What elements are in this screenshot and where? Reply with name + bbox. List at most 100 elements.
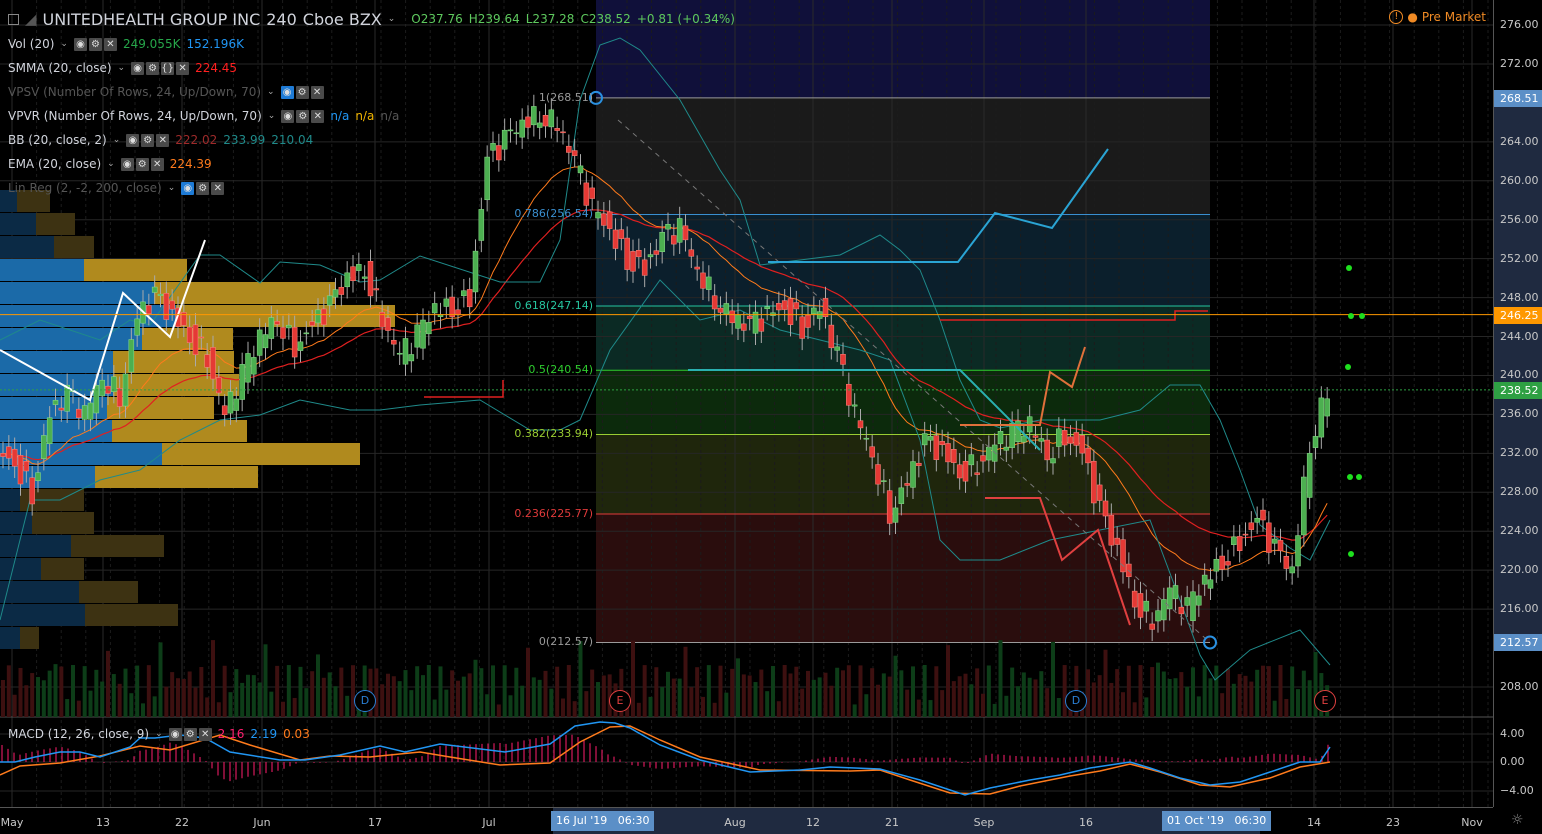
chevron-down-icon[interactable]: ⌄ xyxy=(168,183,176,193)
gear-icon[interactable]: ⚙ xyxy=(141,133,155,147)
eye-icon[interactable]: ◉ xyxy=(281,109,295,123)
close-icon[interactable]: ✕ xyxy=(311,109,325,123)
eye-off-icon[interactable]: ◉ xyxy=(181,181,195,195)
chevron-down-icon[interactable]: ⌄ xyxy=(107,159,115,169)
gear-icon[interactable]: ⚙ xyxy=(183,727,197,741)
gear-icon[interactable]: ⚙ xyxy=(196,181,210,195)
volume-bar xyxy=(438,666,443,717)
volume-profile-up xyxy=(0,512,32,534)
dividend-event-marker[interactable]: D xyxy=(1065,690,1087,712)
chevron-down-icon[interactable]: ⌄ xyxy=(155,729,163,739)
eye-off-icon[interactable]: ◉ xyxy=(280,85,294,99)
volume-bar xyxy=(409,690,414,717)
eye-icon[interactable]: ◉ xyxy=(168,727,182,741)
candle-body xyxy=(811,307,817,315)
settings-icon[interactable]: ☼ xyxy=(1511,812,1524,828)
candle-body xyxy=(612,229,619,249)
chevron-down-icon[interactable]: ⌄ xyxy=(118,63,126,73)
volume-bar xyxy=(1237,674,1242,717)
volume-bar xyxy=(59,666,64,717)
volume-bar xyxy=(771,665,775,717)
dividend-event-marker[interactable]: D xyxy=(354,690,376,712)
indicator-name[interactable]: Lin Reg (2, -2, 200, close) xyxy=(8,181,162,195)
candle-body xyxy=(571,150,578,156)
candle-body xyxy=(735,314,741,329)
indicator-name[interactable]: VPSV (Number Of Rows, 24, Up/Down, 70) xyxy=(8,85,261,99)
candle-body xyxy=(332,289,339,298)
price-axis[interactable]: 276.00 272.00 264.00 260.00 256.00 252.00 248.… xyxy=(1493,0,1542,828)
candle-body xyxy=(519,119,525,138)
volume-bar xyxy=(1296,689,1300,717)
close-icon[interactable]: ✕ xyxy=(176,61,190,75)
chevron-down-icon[interactable]: ⌄ xyxy=(267,87,275,97)
candle-body xyxy=(0,453,6,457)
close-icon[interactable]: ✕ xyxy=(103,37,117,51)
earnings-event-marker[interactable]: E xyxy=(609,690,631,712)
exchange: Cboe BZX xyxy=(302,9,382,29)
chevron-down-icon[interactable]: ⌄ xyxy=(268,111,276,121)
close-icon[interactable]: ✕ xyxy=(211,181,225,195)
close-icon[interactable]: ✕ xyxy=(310,85,324,99)
eye-icon[interactable]: ◉ xyxy=(73,37,87,51)
volume-bar xyxy=(65,699,70,717)
volume-bar xyxy=(152,696,157,717)
candle-body xyxy=(1201,574,1208,585)
volume-bar xyxy=(992,703,997,717)
volume-bar xyxy=(1167,678,1172,717)
candle-body xyxy=(560,131,566,134)
candle-body xyxy=(6,446,12,459)
fib-level-label: 0.382(233.94) xyxy=(514,427,593,441)
earnings-event-marker[interactable]: E xyxy=(1314,690,1336,712)
candle-body xyxy=(834,346,840,351)
gear-icon[interactable]: ⚙ xyxy=(135,157,149,171)
gear-icon[interactable]: ⚙ xyxy=(296,109,310,123)
braces-icon[interactable]: {} xyxy=(161,61,175,75)
candle-body xyxy=(741,323,747,331)
volume-profile-down xyxy=(84,259,187,281)
volume-profile-down xyxy=(36,213,75,235)
gear-icon[interactable]: ⚙ xyxy=(88,37,102,51)
candle-body xyxy=(886,490,893,524)
volume-bar xyxy=(876,684,880,717)
chevron-down-icon[interactable]: ⌄ xyxy=(388,14,396,24)
candle-body xyxy=(262,334,269,349)
volume-bar xyxy=(1202,665,1207,717)
collapse-icon[interactable] xyxy=(8,13,19,25)
candle-body xyxy=(169,300,175,310)
eye-icon[interactable]: ◉ xyxy=(131,61,145,75)
close-icon[interactable]: ✕ xyxy=(150,157,164,171)
interval[interactable]: 240 xyxy=(266,10,297,29)
close-icon[interactable]: ✕ xyxy=(156,133,170,147)
candle-body xyxy=(787,298,794,325)
volume-profile-up xyxy=(0,627,20,649)
fib-zone xyxy=(596,513,1210,643)
indicator-name[interactable]: Vol (20) xyxy=(8,37,54,51)
eye-icon[interactable]: ◉ xyxy=(126,133,140,147)
close-icon[interactable]: ✕ xyxy=(198,727,212,741)
indicator-name[interactable]: EMA (20, close) xyxy=(8,157,101,171)
gear-icon[interactable]: ⚙ xyxy=(146,61,160,75)
volume-bar xyxy=(321,677,326,717)
time-axis[interactable]: May 13 22 Jun 17 Jul Aug 12 21 Sep 16 14 23 Nov 16 Jul… xyxy=(0,807,1493,834)
macd-name[interactable]: MACD (12, 26, close, 9) xyxy=(8,727,149,741)
gear-icon[interactable]: ⚙ xyxy=(295,85,309,99)
candle-body xyxy=(291,327,298,358)
symbol-name[interactable]: UNITEDHEALTH GROUP INC xyxy=(43,10,261,29)
indicator-name[interactable]: BB (20, close, 2) xyxy=(8,133,107,147)
volume-bar xyxy=(671,678,676,717)
volume-bar xyxy=(234,669,239,717)
eye-icon[interactable]: ◉ xyxy=(120,157,134,171)
candle-body xyxy=(315,309,321,324)
volume-bar xyxy=(176,678,180,717)
indicator-name[interactable]: VPVR (Number Of Rows, 24, Up/Down, 70) xyxy=(8,109,262,123)
volume-bar xyxy=(181,679,186,717)
volume-bar xyxy=(753,682,758,717)
market-status[interactable]: ! ● Pre Market xyxy=(1389,10,1486,24)
candle-body xyxy=(1248,522,1255,530)
candle-body xyxy=(1155,610,1161,622)
chevron-down-icon[interactable]: ⌄ xyxy=(60,39,68,49)
chevron-down-icon[interactable]: ⌄ xyxy=(113,135,121,145)
volume-bar xyxy=(957,676,962,717)
candle-body xyxy=(490,143,496,151)
indicator-name[interactable]: SMMA (20, close) xyxy=(8,61,112,75)
